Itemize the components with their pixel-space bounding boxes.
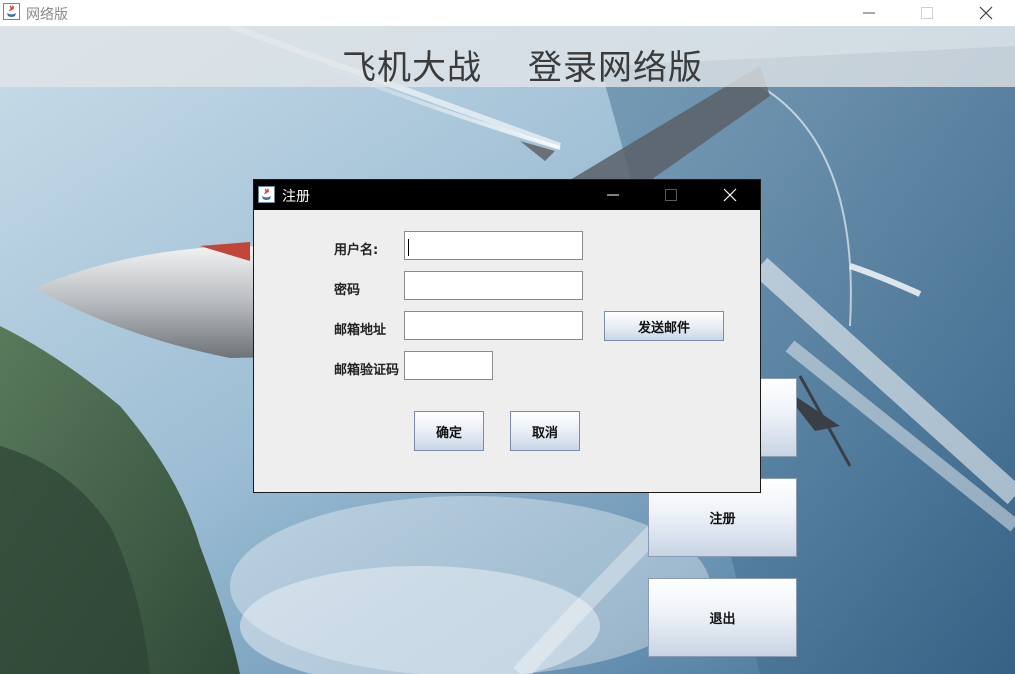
main-title-bar: 网络版 (0, 0, 1015, 26)
exit-button[interactable]: 退出 (648, 578, 797, 657)
username-label: 用户名: (334, 243, 379, 258)
minimize-button[interactable] (840, 0, 898, 26)
title-banner: 飞机大战 登录网络版 (0, 26, 1015, 88)
main-window-title: 网络版 (26, 7, 68, 23)
java-app-icon (258, 186, 275, 203)
login-mode-title: 登录网络版 (528, 48, 703, 88)
register-dialog: 注册 用户名: 密码 邮箱地址 发送邮件 邮箱验证码 确定 取消 (253, 179, 761, 493)
verification-code-input[interactable] (404, 351, 493, 380)
username-input[interactable] (404, 231, 583, 260)
maximize-button[interactable] (898, 0, 956, 26)
close-button[interactable] (957, 0, 1015, 26)
email-input[interactable] (404, 311, 583, 340)
dialog-title-bar: 注册 (254, 180, 760, 210)
close-icon (723, 188, 737, 202)
password-label: 密码 (334, 283, 361, 298)
dialog-maximize-button[interactable] (648, 180, 694, 210)
close-icon (979, 6, 993, 20)
java-app-icon (3, 3, 20, 20)
maximize-icon (665, 189, 677, 201)
send-email-button[interactable]: 发送邮件 (604, 311, 724, 341)
email-label: 邮箱地址 (334, 323, 387, 338)
minimize-icon (607, 194, 619, 196)
confirm-button[interactable]: 确定 (414, 411, 484, 451)
maximize-icon (921, 7, 933, 19)
dialog-minimize-button[interactable] (590, 180, 636, 210)
text-caret (408, 239, 409, 256)
password-input[interactable] (404, 271, 583, 300)
verification-code-label: 邮箱验证码 (334, 363, 400, 378)
main-window: 网络版 飞机大战 登录网络版 注册 退出 注册 用户名: 密码 邮箱地址 发送邮… (0, 0, 1015, 674)
game-title: 飞机大战 (342, 48, 482, 88)
cancel-button[interactable]: 取消 (510, 411, 580, 451)
dialog-close-button[interactable] (707, 180, 753, 210)
minimize-icon (863, 12, 875, 14)
dialog-title: 注册 (282, 189, 310, 205)
